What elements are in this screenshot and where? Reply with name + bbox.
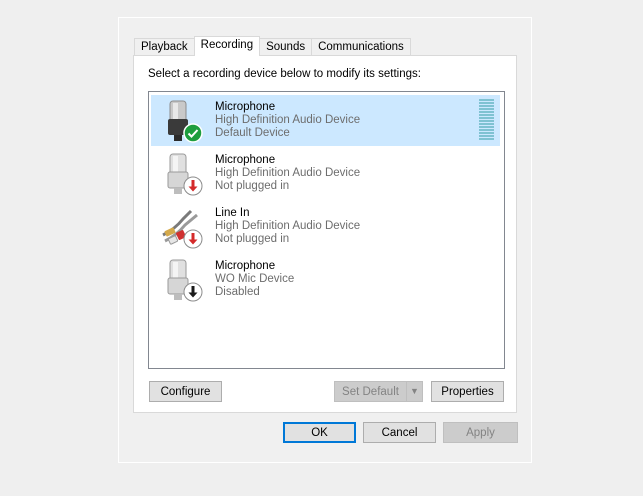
device-name: Microphone	[215, 101, 276, 113]
device-text: Line In High Definition Audio Device Not…	[215, 207, 360, 246]
device-description: High Definition Audio Device	[215, 220, 361, 232]
device-status: Disabled	[215, 286, 260, 298]
device-status: Not plugged in	[215, 180, 290, 192]
device-item[interactable]: Microphone High Definition Audio Device …	[151, 95, 500, 146]
level-meter	[479, 99, 494, 141]
device-text: Microphone WO Mic Device Disabled	[215, 260, 294, 299]
configure-button[interactable]: Configure	[149, 381, 222, 402]
red-down-arrow-badge-icon	[183, 176, 203, 196]
tab-communications[interactable]: Communications	[311, 38, 411, 56]
tab-recording[interactable]: Recording	[193, 36, 261, 56]
device-item[interactable]: Microphone WO Mic Device Disabled	[151, 254, 500, 305]
device-status: Default Device	[215, 127, 290, 139]
device-list[interactable]: Microphone High Definition Audio Device …	[148, 91, 505, 369]
cancel-button[interactable]: Cancel	[363, 422, 436, 443]
chevron-down-icon[interactable]: ▼	[406, 381, 423, 402]
red-down-arrow-badge-icon	[183, 229, 203, 249]
instructions-text: Select a recording device below to modif…	[148, 68, 421, 80]
tab-strip: Playback Recording Sounds Communications	[134, 36, 411, 56]
device-text: Microphone High Definition Audio Device …	[215, 154, 360, 193]
device-name: Microphone	[215, 154, 276, 166]
device-description: WO Mic Device	[215, 273, 295, 285]
green-check-badge-icon	[183, 123, 203, 143]
set-default-button[interactable]: Set Default	[334, 381, 407, 402]
device-name: Microphone	[215, 260, 276, 272]
device-status: Not plugged in	[215, 233, 290, 245]
tab-playback[interactable]: Playback	[134, 38, 195, 56]
device-description: High Definition Audio Device	[215, 114, 361, 126]
device-description: High Definition Audio Device	[215, 167, 361, 179]
device-name: Line In	[215, 207, 250, 219]
device-item[interactable]: Microphone High Definition Audio Device …	[151, 148, 500, 199]
ok-button[interactable]: OK	[283, 422, 356, 443]
black-down-arrow-badge-icon	[183, 282, 203, 302]
tab-sounds[interactable]: Sounds	[259, 38, 313, 56]
apply-button[interactable]: Apply	[443, 422, 518, 443]
properties-button[interactable]: Properties	[431, 381, 504, 402]
device-item[interactable]: Line In High Definition Audio Device Not…	[151, 201, 500, 252]
device-text: Microphone High Definition Audio Device …	[215, 101, 360, 140]
